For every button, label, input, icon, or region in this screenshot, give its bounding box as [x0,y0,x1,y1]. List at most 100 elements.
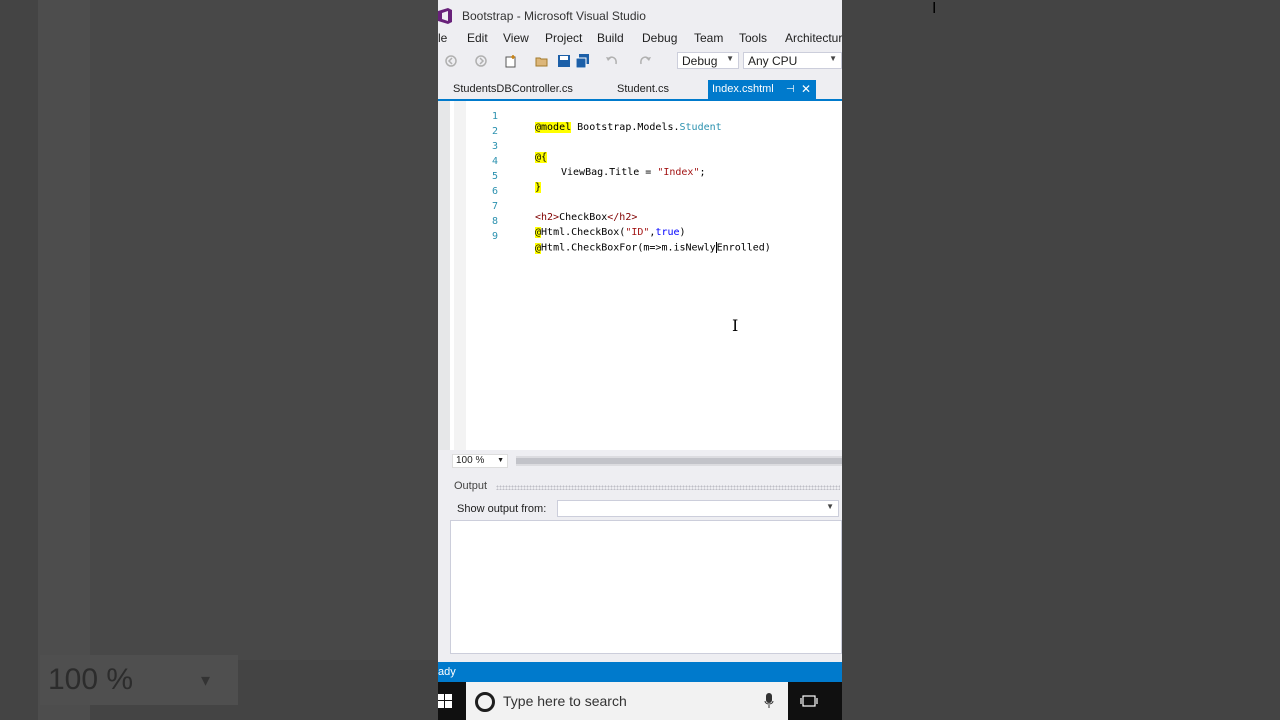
text-cursor-ghost-icon: I [932,0,937,17]
new-project-icon[interactable] [504,54,518,68]
cortana-icon [475,692,495,712]
html-tag: </h2> [607,212,638,223]
line-number: 5 [491,171,498,182]
chevron-down-icon: ▼ [726,54,734,63]
output-panel-title: Output [454,480,488,492]
microphone-icon[interactable] [764,693,774,709]
status-text: ady [438,666,456,678]
close-icon[interactable]: ✕ [801,80,811,99]
pin-icon[interactable]: ⊣ [786,80,795,99]
document-tabs: StudentsDBController.cs Student.cs Index… [438,80,842,99]
menu-bar: le Edit View Project Build Debug Team To… [438,30,842,48]
code-text: @{ [535,152,548,163]
tab-studentsdbcontroller[interactable]: StudentsDBController.cs [453,80,573,99]
line-number: 1 [491,111,498,122]
solution-configuration-value: Debug [682,54,718,68]
line-number: 6 [491,186,498,197]
menu-edit[interactable]: Edit [467,31,488,45]
solution-platform-select[interactable]: Any CPU ▼ [743,52,842,69]
code-statement: ViewBag.Title = [561,167,658,178]
background-left-blur: 100 % ▾ [0,0,438,720]
code-statement: Enrolled) [716,242,771,254]
show-output-label: Show output from: [457,503,547,515]
line-number: 8 [491,216,498,227]
background-strip [90,0,438,660]
line-number: 4 [491,156,498,167]
zoom-select[interactable]: 100 % ▼ [452,454,508,468]
razor-block-close: } [535,182,542,193]
tab-index-cshtml[interactable]: Index.cshtml ⊣ ✕ [708,80,816,99]
zoom-value: 100 % [456,455,485,466]
horizontal-scrollbar[interactable] [516,456,842,466]
code-semicolon: ; [699,167,706,178]
open-folder-icon[interactable] [535,54,549,68]
tab-student[interactable]: Student.cs [617,80,669,99]
chevron-down-icon: ▼ [497,457,504,464]
menu-build[interactable]: Build [597,31,624,45]
chevron-down-icon: ▾ [200,670,210,690]
code-paren: ) [679,227,686,238]
keyword: true [655,227,680,238]
redo-icon[interactable] [638,54,652,68]
code-line: 5 } [438,160,542,193]
razor-keyword: @model [535,122,572,133]
code-line: 1 @model Bootstrap.Models.Student [438,100,722,133]
code-text: @Html.CheckBox("ID",true) [535,227,686,238]
solution-configuration-select[interactable]: Debug ▼ [677,52,739,69]
menu-debug[interactable]: Debug [642,31,677,45]
code-text: @Html.CheckBoxFor(m=>m.isNewlyEnrolled) [535,242,771,254]
back-nav-icon[interactable] [444,54,458,68]
taskbar-search-box[interactable]: Type here to search [466,682,788,720]
code-line: 2 [438,115,498,137]
visual-studio-logo-icon [438,8,452,24]
background-zoom-ghost: 100 % ▾ [40,655,238,705]
code-line: 6 [438,175,498,197]
text-cursor-icon: I [732,316,739,335]
chevron-down-icon: ▼ [829,54,837,63]
code-editor[interactable] [450,101,842,450]
forward-nav-icon[interactable] [474,54,488,68]
code-line: 3 @{ [438,130,548,163]
string-literal: "Index" [657,167,700,178]
menu-architecture[interactable]: Architecture [785,31,842,45]
windows-start-icon[interactable] [438,694,452,708]
code-line: 9 @Html.CheckBoxFor(m=>m.isNewlyEnrolled… [438,220,771,254]
line-number: 2 [491,126,498,137]
standard-toolbar: Debug ▼ Any CPU ▼ [438,50,842,72]
output-text-area[interactable] [450,520,842,654]
search-placeholder: Type here to search [503,693,627,709]
html-tag: <h2> [535,212,560,223]
editor-zoom-bar: 100 % ▼ [450,452,842,470]
solution-platform-value: Any CPU [748,54,798,68]
show-output-select[interactable]: ▼ [557,500,839,517]
windows-taskbar: Type here to search [438,682,842,720]
menu-view[interactable]: View [503,31,529,45]
html-text: CheckBox [559,212,608,223]
menu-tools[interactable]: Tools [739,31,767,45]
task-view-icon[interactable] [800,694,818,708]
string-literal: "ID" [625,227,650,238]
background-zoom-ghost-text: 100 % [48,663,134,696]
code-text: @model Bootstrap.Models.Student [535,122,722,133]
undo-icon[interactable] [605,54,619,68]
visual-studio-window: Bootstrap - Microsoft Visual Studio le E… [438,0,842,720]
chevron-down-icon: ▼ [826,502,834,511]
tab-index-cshtml-label: Index.cshtml [712,83,774,95]
scrollbar-thumb[interactable] [516,458,842,464]
razor-block-open: @{ [535,152,548,163]
panel-grip[interactable] [496,485,840,490]
save-all-icon[interactable] [576,54,590,68]
menu-team[interactable]: Team [694,31,723,45]
code-statement: Html.CheckBoxFor(m=>m.isNewly [541,242,716,254]
namespace-text: Bootstrap.Models. [577,122,680,133]
code-text: <h2>CheckBox</h2> [535,212,637,223]
background-right-blur [842,0,1280,720]
code-statement: Html.CheckBox( [541,227,626,238]
menu-project[interactable]: Project [545,31,582,45]
save-icon[interactable] [557,54,571,68]
code-text: ViewBag.Title = "Index"; [561,167,706,178]
menu-file[interactable]: le [438,31,447,45]
code-line: 4 ViewBag.Title = "Index"; [438,145,706,178]
line-number: 9 [491,231,498,242]
background-strip [38,0,90,720]
